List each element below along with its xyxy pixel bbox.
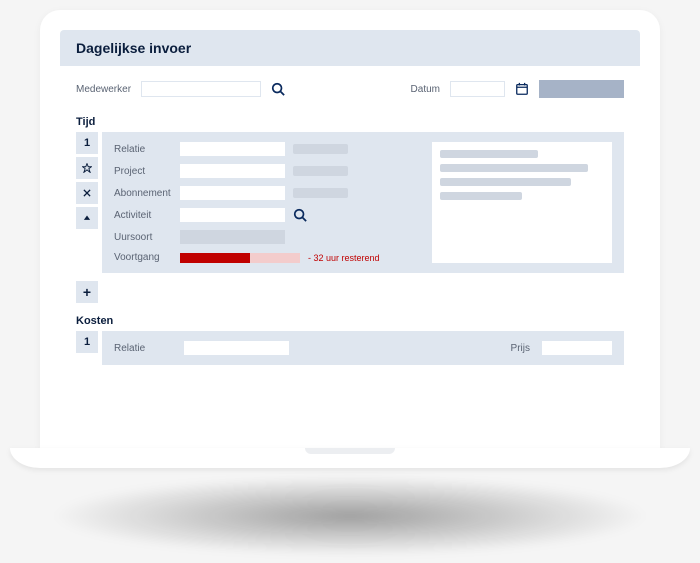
abonnement-label: Abonnement: [114, 188, 172, 199]
favorite-button[interactable]: [76, 157, 98, 179]
project-row: Project: [114, 164, 420, 178]
page-title: Dagelijkse invoer: [60, 30, 640, 66]
progress-text: - 32 uur resterend: [308, 253, 380, 263]
placeholder-line: [440, 164, 588, 172]
add-row-button[interactable]: +: [76, 281, 98, 303]
kosten-relatie-input[interactable]: [184, 341, 289, 355]
relatie-label: Relatie: [114, 144, 172, 155]
row-number: 1: [76, 132, 98, 154]
activiteit-search-icon[interactable]: [293, 208, 307, 222]
placeholder-line: [440, 178, 571, 186]
tijd-section: 1 Relatie: [76, 132, 624, 273]
laptop-base: [10, 448, 690, 468]
date-label: Datum: [411, 84, 440, 95]
delete-button[interactable]: [76, 182, 98, 204]
activiteit-label: Activiteit: [114, 210, 172, 221]
kosten-section-title: Kosten: [60, 311, 640, 331]
project-input[interactable]: [180, 164, 285, 178]
abonnement-input[interactable]: [180, 186, 285, 200]
kosten-relatie-label: Relatie: [114, 343, 172, 354]
row-number: 1: [76, 331, 98, 353]
relatie-input[interactable]: [180, 142, 285, 156]
action-button[interactable]: [539, 80, 624, 98]
laptop-frame: Dagelijkse invoer Medewerker Datum Tijd …: [40, 10, 660, 448]
abonnement-display: [293, 188, 348, 198]
relatie-display: [293, 144, 348, 154]
kosten-section: 1 Relatie Prijs: [76, 331, 624, 365]
progress-wrap: - 32 uur resterend: [180, 253, 380, 263]
project-label: Project: [114, 166, 172, 177]
tijd-section-title: Tijd: [60, 112, 640, 132]
kosten-panel: Relatie Prijs: [102, 331, 624, 365]
tijd-side-panel: [432, 142, 612, 263]
search-icon[interactable]: [271, 82, 285, 96]
placeholder-line: [440, 192, 522, 200]
collapse-button[interactable]: [76, 207, 98, 229]
abonnement-row: Abonnement: [114, 186, 420, 200]
kosten-row-controls: 1: [76, 331, 98, 365]
project-display: [293, 166, 348, 176]
uursoort-input[interactable]: [180, 230, 285, 244]
filter-bar: Medewerker Datum: [60, 66, 640, 112]
tijd-panel: Relatie Project Abonnement: [102, 132, 624, 273]
voortgang-row: Voortgang - 32 uur resterend: [114, 252, 420, 263]
employee-input[interactable]: [141, 81, 261, 97]
kosten-prijs-label: Prijs: [511, 343, 530, 354]
tijd-row-controls: 1: [76, 132, 98, 273]
relatie-row: Relatie: [114, 142, 420, 156]
placeholder-line: [440, 150, 538, 158]
calendar-icon[interactable]: [515, 82, 529, 96]
laptop-shadow: [50, 476, 650, 556]
progress-bar: [180, 253, 300, 263]
activiteit-input[interactable]: [180, 208, 285, 222]
activiteit-row: Activiteit: [114, 208, 420, 222]
employee-label: Medewerker: [76, 84, 131, 95]
kosten-prijs-input[interactable]: [542, 341, 612, 355]
voortgang-label: Voortgang: [114, 252, 172, 263]
progress-fill: [180, 253, 250, 263]
tijd-form: Relatie Project Abonnement: [114, 142, 420, 263]
date-input[interactable]: [450, 81, 505, 97]
uursoort-row: Uursoort: [114, 230, 420, 244]
screen: Dagelijkse invoer Medewerker Datum Tijd …: [60, 30, 640, 448]
uursoort-label: Uursoort: [114, 232, 172, 243]
